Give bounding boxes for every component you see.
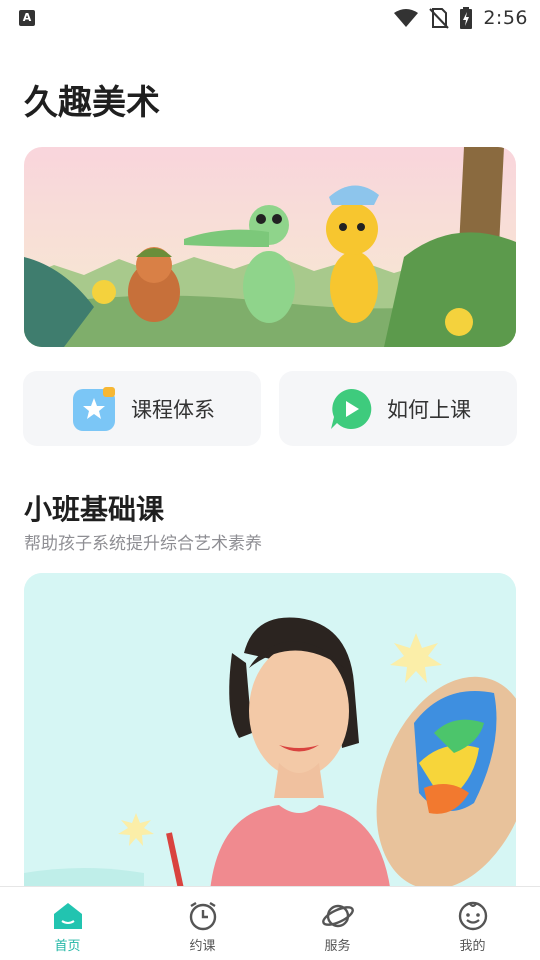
tab-home[interactable]: 首页 — [0, 887, 135, 960]
tab-service[interactable]: 服务 — [270, 887, 405, 960]
how-to-attend-button[interactable]: 如何上课 — [279, 371, 517, 446]
course-system-button[interactable]: 课程体系 — [23, 371, 261, 446]
battery-charging-icon — [460, 7, 473, 29]
tab-home-label: 首页 — [54, 939, 81, 954]
banner-illustration — [24, 147, 516, 347]
section-subtitle: 帮助孩子系统提升综合艺术素养 — [24, 534, 262, 554]
how-to-attend-label: 如何上课 — [387, 397, 471, 422]
app-title: 久趣美术 — [24, 83, 160, 123]
play-icon — [331, 388, 372, 429]
course-card[interactable] — [24, 573, 516, 903]
star-icon — [73, 386, 115, 431]
status-bar: A 2:56 — [0, 0, 540, 36]
tab-mine-label: 我的 — [459, 939, 486, 954]
course-system-label: 课程体系 — [131, 397, 215, 422]
course-card-illustration — [24, 573, 516, 903]
status-time: 2:56 — [483, 7, 528, 29]
notification-badge: A — [19, 10, 35, 26]
tab-service-label: 服务 — [324, 939, 351, 954]
planet-icon — [321, 904, 354, 928]
tab-booking-label: 约课 — [189, 939, 216, 954]
no-sim-icon — [429, 8, 450, 29]
bottom-tab-bar: 首页 约课 服务 我的 — [0, 886, 540, 960]
status-icons: 2:56 — [393, 5, 528, 31]
home-icon — [53, 903, 82, 929]
banner-carousel[interactable] — [24, 147, 516, 347]
section-title: 小班基础课 — [24, 493, 165, 526]
alarm-clock-icon — [189, 901, 216, 931]
tab-booking[interactable]: 约课 — [135, 887, 270, 960]
smiley-face-icon — [458, 901, 487, 931]
wifi-icon — [394, 9, 419, 27]
tab-mine[interactable]: 我的 — [405, 887, 540, 960]
